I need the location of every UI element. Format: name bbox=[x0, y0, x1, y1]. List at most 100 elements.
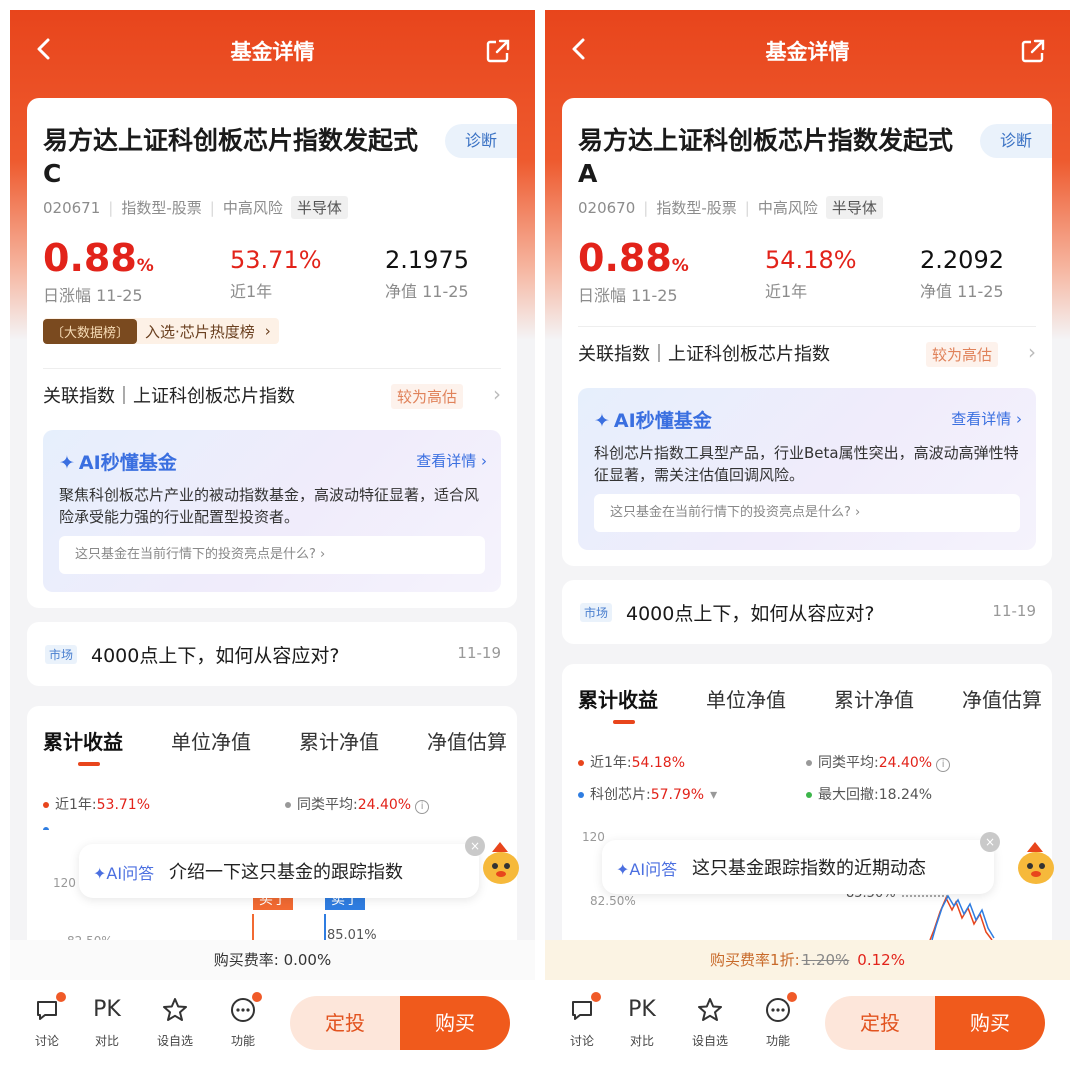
page-title: 基金详情 bbox=[765, 40, 850, 64]
ai-title: ✦ AI秒懂基金 bbox=[59, 452, 177, 474]
fund-risk: 中高风险 bbox=[757, 199, 818, 217]
dropdown-icon: ▾ bbox=[710, 787, 718, 803]
fund-summary-card: 易方达上证科创板芯片指数发起式A 诊断 020670 | 指数型-股票 | 中高风险 半导… bbox=[562, 98, 1052, 566]
daily-change-stat: 0.88% 日涨幅 11-25 bbox=[43, 236, 154, 306]
daily-change-unit: % bbox=[671, 256, 689, 276]
ai-more-link[interactable]: 查看详情 › bbox=[951, 408, 1022, 429]
performance-tabs: 累计收益 单位净值 累计净值 净值估算 bbox=[578, 684, 1042, 718]
tab-unit-nav[interactable]: 单位净值 bbox=[706, 684, 786, 718]
info-icon[interactable]: i bbox=[415, 800, 430, 814]
close-icon[interactable]: × bbox=[980, 832, 1000, 852]
ranking-badge[interactable]: 〔大数据榜〕 入选·芯片热度榜 › bbox=[43, 318, 279, 344]
nav-compare[interactable]: PK 对比 bbox=[82, 990, 132, 1049]
nav-discuss[interactable]: 讨论 bbox=[557, 990, 607, 1049]
notification-dot bbox=[252, 992, 262, 1002]
tab-unit-nav[interactable]: 单位净值 bbox=[171, 726, 251, 760]
ai-description: 聚焦科创板芯片产业的被动指数基金，高波动特征显著，适合风险承受能力强的行业配置型… bbox=[59, 486, 480, 526]
news-date: 11-19 bbox=[992, 602, 1036, 620]
legend-year: 近1年:53.71% bbox=[43, 794, 150, 814]
sip-button[interactable]: 定投 bbox=[825, 996, 935, 1050]
nav-watchlist[interactable]: 设自选 bbox=[685, 990, 735, 1049]
fund-detail-screen-c: 基金详情 易方达上证科创板芯片指数发起式C 诊断 020671 | 指数型-股票 | 中… bbox=[10, 10, 535, 1072]
nav-functions[interactable]: 功能 bbox=[753, 990, 803, 1049]
fund-sector-tag[interactable]: 半导体 bbox=[825, 196, 883, 219]
legend-year: 近1年:54.18% bbox=[578, 752, 685, 772]
speech-bubble-icon bbox=[557, 990, 607, 1026]
tab-nav-estimate[interactable]: 净值估算 bbox=[427, 726, 507, 760]
chevron-right-icon: › bbox=[493, 382, 501, 406]
fund-summary-card: 易方达上证科创板芯片指数发起式C 诊断 020671 | 指数型-股票 | 中高风险 半导… bbox=[27, 98, 517, 608]
news-item[interactable]: 市场 4000点上下，如何从容应对? 11-19 bbox=[562, 580, 1052, 644]
tab-cumulative-return[interactable]: 累计收益 bbox=[578, 684, 658, 718]
legend-index[interactable]: 科创芯片:57.79% ▾ bbox=[578, 784, 717, 804]
legend-peer-average: 同类平均:24.40% i bbox=[285, 794, 430, 814]
share-icon[interactable] bbox=[485, 38, 510, 63]
nav-discuss[interactable]: 讨论 bbox=[22, 990, 72, 1049]
info-icon[interactable]: i bbox=[936, 758, 951, 772]
fund-type: 指数型-股票 bbox=[656, 199, 737, 217]
pk-icon: PK bbox=[628, 997, 656, 1022]
tab-nav-estimate[interactable]: 净值估算 bbox=[962, 684, 1042, 718]
fee-label: 购买费率: 0.00% bbox=[213, 951, 332, 969]
chevron-right-icon: › bbox=[1028, 340, 1036, 364]
notification-dot bbox=[591, 992, 601, 1002]
share-icon[interactable] bbox=[1020, 38, 1045, 63]
daily-change-label: 日涨幅 11-25 bbox=[578, 286, 678, 305]
buy-button[interactable]: 购买 bbox=[935, 996, 1045, 1050]
star-icon bbox=[685, 990, 735, 1026]
year-return-label: 近1年 bbox=[230, 282, 273, 301]
top-bar: 基金详情 bbox=[545, 10, 1070, 94]
mascot-icon[interactable] bbox=[476, 838, 526, 888]
news-title: 4000点上下，如何从容应对? bbox=[626, 603, 875, 625]
daily-change-value: 0.88 bbox=[578, 236, 672, 280]
ai-suggested-question[interactable]: 这只基金在当前行情下的投资亮点是什么? › bbox=[59, 536, 485, 574]
ai-more-link[interactable]: 查看详情 › bbox=[416, 450, 487, 471]
ai-chat-bubble[interactable]: ✦AI问答 介绍一下这只基金的跟踪指数 × bbox=[79, 836, 485, 898]
year-return-stat: 54.18% 近1年 bbox=[765, 246, 857, 302]
more-icon bbox=[218, 990, 268, 1026]
related-index-row[interactable]: 关联指数｜上证科创板芯片指数 较为高估 › bbox=[43, 382, 501, 412]
performance-tabs: 累计收益 单位净值 累计净值 净值估算 bbox=[43, 726, 507, 760]
fund-name: 易方达上证科创板芯片指数发起式A bbox=[578, 126, 954, 188]
nav-watchlist[interactable]: 设自选 bbox=[150, 990, 200, 1049]
fund-sector-tag[interactable]: 半导体 bbox=[290, 196, 348, 219]
fund-name: 易方达上证科创板芯片指数发起式C bbox=[43, 126, 419, 188]
sparkle-icon: ✦ bbox=[594, 410, 610, 432]
divider bbox=[43, 368, 501, 369]
nav-stat: 2.2092 净值 11-25 bbox=[920, 246, 1004, 302]
ai-qa-label: ✦AI问答 bbox=[93, 864, 155, 883]
year-return-label: 近1年 bbox=[765, 282, 808, 301]
chevron-right-icon: › bbox=[264, 322, 271, 340]
mascot-icon[interactable] bbox=[1011, 838, 1061, 888]
active-tab-indicator bbox=[78, 762, 100, 766]
ai-chat-bubble[interactable]: ✦AI问答 这只基金跟踪指数的近期动态 × bbox=[602, 832, 1000, 894]
diagnose-button[interactable]: 诊断 bbox=[445, 124, 517, 158]
nav-functions[interactable]: 功能 bbox=[218, 990, 268, 1049]
more-icon bbox=[753, 990, 803, 1026]
ai-suggested-question[interactable]: 这只基金在当前行情下的投资亮点是什么? › bbox=[594, 494, 1020, 532]
valuation-badge: 较为高估 bbox=[925, 342, 998, 367]
tab-cumulative-nav[interactable]: 累计净值 bbox=[834, 684, 914, 718]
news-title: 4000点上下，如何从容应对? bbox=[91, 645, 340, 667]
news-item[interactable]: 市场 4000点上下，如何从容应对? 11-19 bbox=[27, 622, 517, 686]
sip-button[interactable]: 定投 bbox=[290, 996, 400, 1050]
related-index-label: 关联指数｜上证科创板芯片指数 bbox=[578, 344, 830, 365]
diagnose-button[interactable]: 诊断 bbox=[980, 124, 1052, 158]
ai-qa-question: 介绍一下这只基金的跟踪指数 bbox=[169, 862, 403, 883]
fee-discounted: 0.12% bbox=[857, 951, 905, 969]
daily-change-value: 0.88 bbox=[43, 236, 137, 280]
related-index-row[interactable]: 关联指数｜上证科创板芯片指数 较为高估 › bbox=[578, 340, 1036, 370]
buy-button[interactable]: 购买 bbox=[400, 996, 510, 1050]
fund-code: 020670 bbox=[578, 199, 636, 217]
page-title: 基金详情 bbox=[230, 40, 315, 64]
fund-risk: 中高风险 bbox=[222, 199, 283, 217]
tab-cumulative-return[interactable]: 累计收益 bbox=[43, 726, 123, 760]
sparkle-icon: ✦ bbox=[59, 452, 75, 474]
star-icon bbox=[150, 990, 200, 1026]
nav-label: 净值 11-25 bbox=[385, 282, 469, 301]
news-tag: 市场 bbox=[45, 645, 78, 664]
nav-compare[interactable]: PK 对比 bbox=[617, 990, 667, 1049]
news-date: 11-19 bbox=[457, 644, 501, 662]
tab-cumulative-nav[interactable]: 累计净值 bbox=[299, 726, 379, 760]
year-return-stat: 53.71% 近1年 bbox=[230, 246, 322, 302]
